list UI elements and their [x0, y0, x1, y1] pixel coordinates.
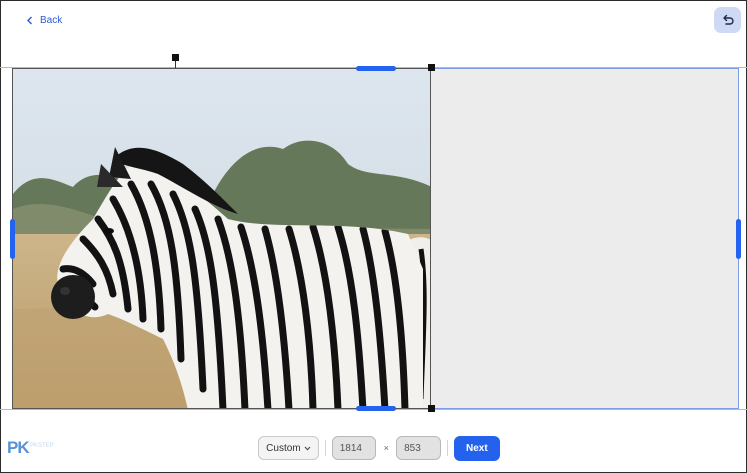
back-label: Back: [40, 14, 63, 26]
toolbar-divider: [446, 440, 448, 456]
back-button[interactable]: Back: [26, 12, 62, 28]
height-input[interactable]: 853: [396, 436, 441, 460]
undo-icon: [722, 14, 734, 25]
rotate-handle-stem: [175, 60, 176, 68]
resize-handle-left[interactable]: [10, 219, 15, 259]
photo-corner-top-right[interactable]: [428, 64, 435, 71]
rotate-handle[interactable]: [172, 54, 179, 61]
dimension-separator: ×: [383, 443, 389, 453]
photo-layer[interactable]: [12, 68, 431, 409]
chevron-down-icon: [304, 446, 311, 451]
next-button[interactable]: Next: [453, 435, 500, 461]
resize-handle-bottom[interactable]: [356, 406, 396, 411]
watermark-logo: PK: [7, 438, 30, 457]
width-input[interactable]: 1814: [331, 436, 377, 460]
resize-handle-top[interactable]: [356, 66, 396, 71]
photo-corner-bottom-right[interactable]: [428, 405, 435, 412]
aspect-ratio-select[interactable]: Custom: [258, 436, 319, 460]
chevron-left-icon: [27, 16, 32, 24]
undo-button[interactable]: [714, 7, 741, 33]
zebra-image: [13, 69, 430, 408]
resize-handle-right[interactable]: [736, 219, 741, 259]
bottom-toolbar: Custom 1814 × 853 Next: [254, 431, 504, 465]
watermark-subtext: PKSTEP: [30, 443, 54, 449]
aspect-ratio-label: Custom: [266, 442, 301, 454]
toolbar-divider: [324, 440, 326, 456]
